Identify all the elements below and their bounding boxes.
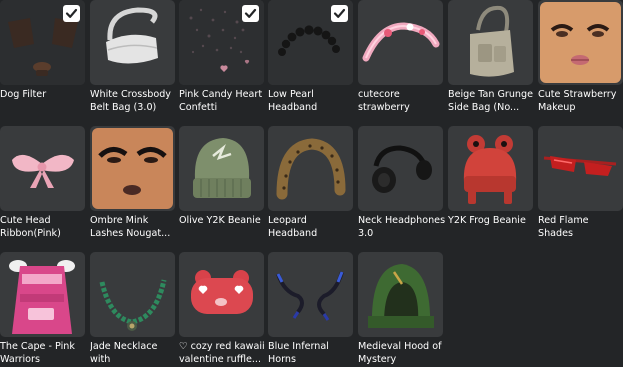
item-name[interactable]: Red Flame Shades Raised [538,214,623,241]
necklace-icon [99,279,167,331]
hood-icon [368,264,434,328]
frog-beanie-icon [463,135,517,204]
item-name[interactable]: ♡ cozy red kawaii valentine ruffle... [179,340,267,366]
item-thumbnail[interactable] [179,126,264,211]
item-thumbnail[interactable] [448,126,533,211]
item-thumbnail[interactable] [90,252,175,337]
item-name[interactable]: Cute Strawberry Makeup [538,88,623,114]
leopard-headband-icon [276,138,346,200]
item-thumbnail[interactable] [538,126,623,211]
item-name[interactable]: Pink Candy Heart Confetti [179,88,267,114]
item-thumbnail[interactable] [538,0,623,85]
item-thumbnail[interactable] [358,252,443,337]
checkmark-icon [333,8,346,18]
strawberry-headband-icon [362,22,440,62]
item-thumbnail[interactable] [358,126,443,211]
belt-bag-icon [106,7,158,64]
beanie-icon [193,138,251,198]
headphones-icon [372,145,432,193]
item-thumbnail[interactable] [179,252,264,337]
item-thumbnail[interactable] [358,0,443,85]
cape-icon [9,260,75,334]
item-name[interactable]: Dog Filter [0,88,88,101]
item-thumbnail[interactable] [0,252,85,337]
item-thumbnail[interactable] [268,252,353,337]
item-name[interactable]: Ombre Mink Lashes Nougat... [90,214,178,240]
checkmark-icon [244,8,257,18]
selected-checkbox[interactable] [331,5,348,22]
sleep-mask-icon [191,270,253,314]
item-name[interactable]: cutecore strawberry flower... [358,88,446,115]
makeup-face-icon [540,2,621,83]
item-name[interactable]: Y2K Frog Beanie [448,214,536,227]
side-bag-icon [470,5,514,77]
item-thumbnail[interactable] [90,126,175,211]
item-name[interactable]: Blue Infernal Horns [268,340,356,366]
item-name[interactable]: White Crossbody Belt Bag (3.0) [90,88,178,114]
pink-ribbon-icon [12,154,74,188]
item-name[interactable]: The Cape - Pink Warriors [0,340,88,366]
item-thumbnail[interactable] [90,0,175,85]
item-name[interactable]: Medieval Hood of Mystery [358,340,446,366]
item-name[interactable]: Cute Head Ribbon(Pink) [0,214,88,240]
horns-icon [276,271,344,321]
item-thumbnail[interactable] [448,0,533,85]
lashes-face-icon [92,128,173,209]
item-name[interactable]: Beige Tan Grunge Side Bag (No... [448,88,536,114]
avatar-items-grid: Dog Filter White Crossbody Belt Bag (3.0… [0,0,623,365]
item-name[interactable]: Jade Necklace with Shell Pendant [90,340,178,367]
item-thumbnail[interactable] [0,126,85,211]
selected-checkbox[interactable] [63,5,80,22]
item-name[interactable]: Neck Headphones 3.0 [358,214,446,240]
sunglasses-icon [543,156,617,176]
checkmark-icon [65,8,78,18]
item-thumbnail[interactable] [268,126,353,211]
selected-checkbox[interactable] [242,5,259,22]
item-name[interactable]: Olive Y2K Beanie [179,214,267,227]
item-name[interactable]: Low Pearl Headband [268,88,356,114]
item-name[interactable]: Leopard Headband [268,214,356,240]
